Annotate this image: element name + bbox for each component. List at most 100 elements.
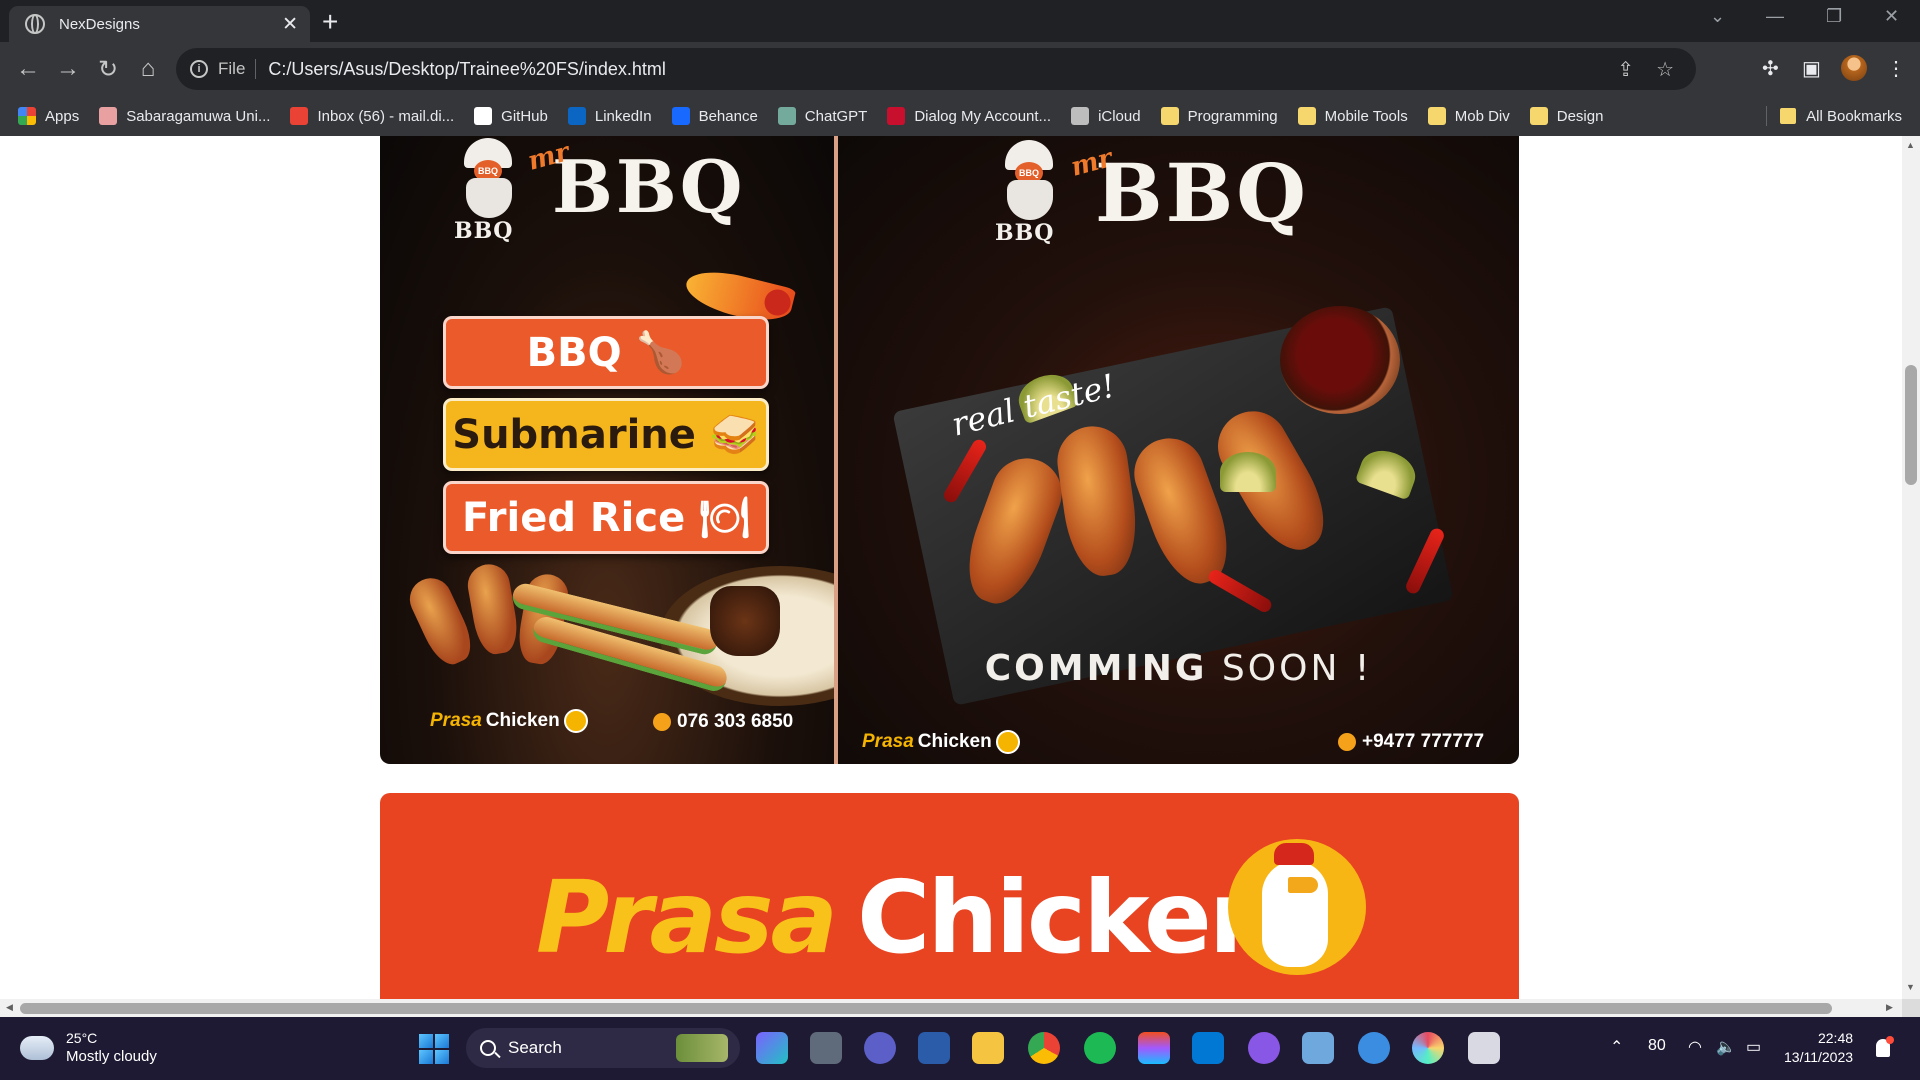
bookmark-item[interactable]: LinkedIn bbox=[567, 107, 652, 125]
logo-tag: BBQ bbox=[454, 218, 514, 244]
weather-widget[interactable]: 25°C Mostly cloudy bbox=[20, 1029, 157, 1066]
browser-toolbar: ← → ↻ ⌂ i File C:/Users/Asus/Desktop/Tra… bbox=[0, 42, 1920, 96]
chrome-icon[interactable] bbox=[1028, 1032, 1060, 1064]
forward-button[interactable]: → bbox=[51, 52, 85, 86]
wifi-icon[interactable]: ◠ bbox=[1688, 1037, 1702, 1057]
behance-icon bbox=[671, 107, 690, 125]
brand-contact: Prasa Chicken bbox=[862, 730, 1020, 754]
url-text[interactable]: C:/Users/Asus/Desktop/Trainee%20FS/index… bbox=[268, 59, 1617, 80]
bookmark-label: Behance bbox=[698, 107, 758, 125]
chef-mascot-icon: BBQ BBQ bbox=[983, 140, 1075, 246]
bookmark-item[interactable]: Sabaragamuwa Uni... bbox=[99, 107, 270, 125]
image-viewer-icon[interactable] bbox=[1302, 1032, 1334, 1064]
bookmark-label: GitHub bbox=[501, 107, 548, 125]
system-clock[interactable]: 22:48 13/11/2023 bbox=[1784, 1029, 1853, 1067]
notification-bell-icon[interactable] bbox=[1876, 1036, 1894, 1057]
teams-chat-icon[interactable] bbox=[864, 1032, 896, 1064]
extensions-icon[interactable]: ✣ bbox=[1762, 56, 1779, 81]
vscode-icon[interactable] bbox=[1192, 1032, 1224, 1064]
phone-number: +9477 777777 bbox=[1362, 731, 1485, 752]
figma-icon[interactable] bbox=[1138, 1032, 1170, 1064]
task-view-icon[interactable] bbox=[810, 1032, 842, 1064]
phone-number: 076 303 6850 bbox=[677, 711, 794, 732]
bookmarks-bar: Apps Sabaragamuwa Uni... Inbox (56) - mail… bbox=[0, 96, 1920, 136]
app-store-icon[interactable] bbox=[1358, 1032, 1390, 1064]
start-button[interactable] bbox=[419, 1034, 449, 1064]
banner-chicken: Chicken bbox=[857, 859, 1280, 976]
new-tab-button[interactable]: + bbox=[322, 6, 338, 38]
apps-grid-icon bbox=[18, 107, 36, 125]
prasa-chicken-small-logo: Prasa Chicken bbox=[862, 731, 992, 753]
all-bookmarks-button[interactable]: All Bookmarks bbox=[1766, 96, 1902, 136]
color-picker-icon[interactable] bbox=[1412, 1032, 1444, 1064]
menu-item-label: Submarine bbox=[452, 411, 696, 458]
restore-button[interactable]: ❐ bbox=[1826, 6, 1842, 27]
tab-title: NexDesigns bbox=[59, 15, 140, 33]
tab-search-chevron-icon[interactable]: ⌄ bbox=[1710, 6, 1725, 27]
bookmark-item[interactable]: Programming bbox=[1160, 107, 1278, 125]
menu-item-fried-rice: Fried Rice 🍽 bbox=[443, 481, 769, 554]
gmail-icon bbox=[290, 107, 309, 125]
scroll-left-arrow-icon[interactable]: ◀ bbox=[6, 1002, 13, 1013]
close-window-button[interactable]: ✕ bbox=[1884, 6, 1899, 27]
cloudy-weather-icon bbox=[20, 1029, 54, 1060]
brand-chicken: Chicken bbox=[917, 731, 992, 752]
bookmark-item[interactable]: GitHub bbox=[474, 107, 548, 125]
bookmark-item[interactable]: Inbox (56) - mail.di... bbox=[290, 107, 454, 125]
scroll-up-arrow-icon[interactable]: ▲ bbox=[1906, 140, 1915, 150]
snipping-tool-icon[interactable] bbox=[1468, 1032, 1500, 1064]
home-button[interactable]: ⌂ bbox=[131, 52, 165, 86]
bookmark-item[interactable]: Apps bbox=[18, 107, 79, 125]
bookmark-item[interactable]: Design bbox=[1529, 107, 1603, 125]
rooster-icon bbox=[995, 730, 1020, 754]
scroll-right-arrow-icon[interactable]: ▶ bbox=[1886, 1002, 1893, 1013]
menu-item-label: Fried Rice bbox=[461, 494, 686, 541]
brand-prasa: Prasa bbox=[862, 731, 914, 752]
bookmark-item[interactable]: Mob Div bbox=[1427, 107, 1510, 125]
file-explorer-icon[interactable] bbox=[972, 1032, 1004, 1064]
prasa-chicken-small-logo: Prasa Chicken bbox=[430, 710, 560, 732]
horizontal-scrollbar[interactable]: ◀ ▶ bbox=[0, 999, 1902, 1017]
temperature: 25°C bbox=[66, 1030, 98, 1046]
battery-icon[interactable]: ▭ bbox=[1746, 1037, 1761, 1057]
reload-button[interactable]: ↻ bbox=[91, 52, 125, 86]
bookmark-label: LinkedIn bbox=[594, 107, 652, 125]
tab-nexdesigns[interactable]: NexDesigns ✕ bbox=[9, 6, 310, 42]
bookmark-label: Mob Div bbox=[1454, 107, 1510, 125]
bookmark-item[interactable]: ChatGPT bbox=[777, 107, 867, 125]
vertical-scrollbar[interactable]: ▲ ▼ bbox=[1902, 136, 1920, 999]
folder-icon bbox=[1780, 108, 1797, 124]
back-button[interactable]: ← bbox=[11, 52, 45, 86]
spotify-icon[interactable] bbox=[1084, 1032, 1116, 1064]
horizontal-scroll-thumb[interactable] bbox=[20, 1003, 1832, 1014]
site-info-icon[interactable]: i bbox=[190, 60, 208, 78]
copilot-icon[interactable] bbox=[756, 1032, 788, 1064]
university-icon bbox=[99, 107, 118, 125]
menu-item-icon: 🥪 bbox=[709, 412, 760, 458]
minimize-button[interactable]: — bbox=[1766, 6, 1784, 27]
bookmark-item[interactable]: iCloud bbox=[1071, 107, 1141, 125]
bookmark-item[interactable]: Mobile Tools bbox=[1297, 107, 1408, 125]
github-desktop-icon[interactable] bbox=[1248, 1032, 1280, 1064]
menu-item-bbq: BBQ 🍗 bbox=[443, 316, 769, 389]
bookmark-item[interactable]: Behance bbox=[671, 107, 758, 125]
menu-item-icon: 🍗 bbox=[635, 330, 686, 376]
volume-icon[interactable]: 🔈 bbox=[1716, 1037, 1736, 1057]
bookmark-item[interactable]: Dialog My Account... bbox=[887, 107, 1051, 125]
powershell-icon[interactable] bbox=[918, 1032, 950, 1064]
menu-kebab-icon[interactable]: ⋮ bbox=[1886, 56, 1906, 81]
profile-avatar[interactable] bbox=[1841, 55, 1867, 81]
scroll-down-arrow-icon[interactable]: ▼ bbox=[1906, 982, 1915, 992]
show-hidden-icons-chevron-icon[interactable]: ⌃ bbox=[1610, 1037, 1623, 1057]
side-panel-icon[interactable]: ▣ bbox=[1802, 56, 1821, 81]
address-bar[interactable]: i File C:/Users/Asus/Desktop/Trainee%20F… bbox=[176, 48, 1696, 90]
bookmark-star-icon[interactable]: ☆ bbox=[1656, 57, 1674, 82]
taskbar-search[interactable]: Search bbox=[466, 1028, 740, 1068]
apple-icon bbox=[1071, 107, 1090, 125]
vertical-scroll-thumb[interactable] bbox=[1905, 365, 1917, 485]
brand-chicken: Chicken bbox=[485, 710, 560, 731]
close-tab-icon[interactable]: ✕ bbox=[282, 13, 298, 36]
bookmark-label: Sabaragamuwa Uni... bbox=[126, 107, 271, 125]
logo-title: BBQ bbox=[1095, 146, 1309, 240]
share-icon[interactable]: ⇪ bbox=[1617, 57, 1634, 82]
